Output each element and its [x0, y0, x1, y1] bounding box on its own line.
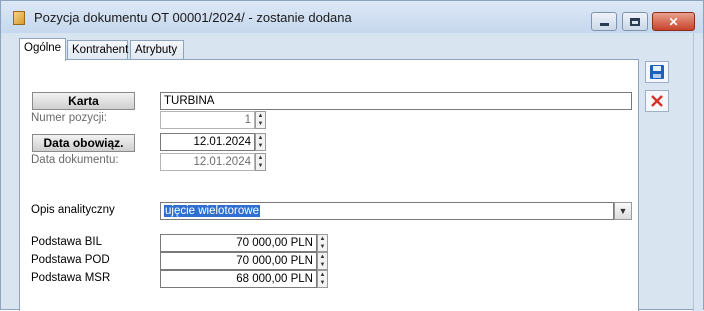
- cancel-button[interactable]: [645, 90, 669, 112]
- tab-atrybuty[interactable]: Atrybuty: [130, 40, 184, 60]
- podstawa-msr-label: Podstawa MSR: [31, 272, 111, 284]
- data-obowiazywania-spinner[interactable]: ▲ ▼: [255, 133, 266, 151]
- dialog-window: Pozycja dokumentu OT 00001/2024/ - zosta…: [0, 0, 704, 311]
- podstawa-msr-spinner[interactable]: ▲ ▼: [317, 270, 328, 288]
- maximize-button[interactable]: [622, 12, 648, 31]
- numer-pozycji-spinner: ▲ ▼: [255, 111, 266, 129]
- window-title: Pozycja dokumentu OT 00001/2024/ - zosta…: [34, 10, 352, 25]
- spin-down-icon[interactable]: ▼: [318, 279, 327, 287]
- tab-kontrahent[interactable]: Kontrahent: [67, 40, 128, 60]
- minimize-button[interactable]: [591, 12, 617, 31]
- title-bar[interactable]: Pozycja dokumentu OT 00001/2024/ - zosta…: [1, 1, 703, 33]
- window-edge: [693, 33, 703, 311]
- opis-analityczny-value: ujęcie wielotorowe: [164, 205, 260, 217]
- close-icon: [651, 95, 663, 107]
- minimize-icon: [599, 23, 609, 26]
- general-tab-panel: Karta TURBINA Numer pozycji: 1 ▲ ▼ Data …: [19, 59, 639, 311]
- document-icon: [13, 11, 25, 25]
- data-dokumentu-label: Data dokumentu:: [31, 154, 119, 166]
- spin-up-icon[interactable]: ▲: [318, 253, 327, 261]
- maximize-icon: [630, 17, 640, 26]
- spin-up-icon[interactable]: ▲: [318, 235, 327, 243]
- spin-down-icon: ▼: [257, 163, 264, 169]
- karta-button[interactable]: Karta: [32, 92, 135, 110]
- podstawa-pod-field[interactable]: 70 000,00 PLN: [160, 252, 317, 270]
- data-dokumentu-spinner: ▲ ▼: [255, 153, 266, 171]
- spin-down-icon[interactable]: ▼: [256, 142, 265, 150]
- opis-analityczny-dropdown-button[interactable]: ▼: [614, 202, 632, 220]
- spin-up-icon[interactable]: ▲: [318, 271, 327, 279]
- close-icon: ✕: [668, 14, 679, 29]
- spin-down-icon: ▼: [257, 121, 264, 127]
- data-obowiazywania-field[interactable]: 12.01.2024: [160, 133, 255, 151]
- spin-up-icon[interactable]: ▲: [256, 134, 265, 142]
- close-button[interactable]: ✕: [652, 12, 695, 31]
- spin-up-icon: ▲: [257, 113, 264, 119]
- save-icon: [650, 65, 664, 79]
- spin-up-icon: ▲: [257, 155, 264, 161]
- opis-analityczny-select[interactable]: ujęcie wielotorowe: [160, 202, 614, 220]
- opis-analityczny-label: Opis analityczny: [31, 204, 115, 216]
- save-button[interactable]: [645, 61, 669, 83]
- tab-ogolne[interactable]: Ogólne: [19, 38, 66, 61]
- spin-down-icon[interactable]: ▼: [318, 261, 327, 269]
- podstawa-bil-spinner[interactable]: ▲ ▼: [317, 234, 328, 252]
- chevron-down-icon: ▼: [618, 206, 628, 216]
- spin-down-icon[interactable]: ▼: [318, 243, 327, 251]
- podstawa-msr-field[interactable]: 68 000,00 PLN: [160, 270, 317, 288]
- podstawa-bil-field[interactable]: 70 000,00 PLN: [160, 234, 317, 252]
- data-dokumentu-field: 12.01.2024: [160, 153, 255, 171]
- podstawa-pod-label: Podstawa POD: [31, 254, 110, 266]
- numer-pozycji-field: 1: [160, 111, 255, 129]
- podstawa-bil-label: Podstawa BIL: [31, 236, 102, 248]
- karta-field[interactable]: TURBINA: [160, 92, 632, 110]
- numer-pozycji-label: Numer pozycji:: [31, 112, 108, 124]
- data-obowiazywania-button[interactable]: Data obowiąz.: [32, 134, 135, 152]
- podstawa-pod-spinner[interactable]: ▲ ▼: [317, 252, 328, 270]
